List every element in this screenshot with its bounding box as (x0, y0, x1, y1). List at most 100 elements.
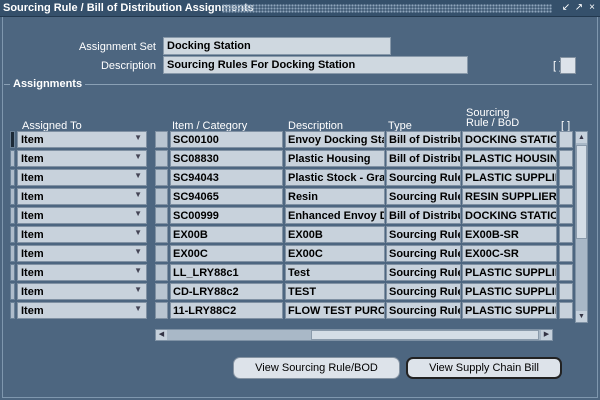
scroll-up-icon[interactable]: ▲ (576, 132, 587, 143)
view-supply-chain-bill-button[interactable]: View Supply Chain Bill (406, 357, 562, 379)
type-cell[interactable]: Sourcing Rule (386, 169, 461, 186)
vertical-scroll-thumb[interactable] (576, 145, 587, 239)
sourcing-rule-cell[interactable]: EX00B-SR (462, 226, 557, 243)
row-flexfield-cell[interactable] (559, 150, 573, 167)
chevron-down-icon[interactable]: ▼ (134, 266, 142, 275)
description-cell[interactable]: TEST (285, 283, 385, 300)
row-selector[interactable] (10, 207, 15, 224)
assigned-to-value: Item (21, 172, 44, 184)
sourcing-rule-cell[interactable]: PLASTIC SUPPLIER (462, 169, 557, 186)
item-category-cell[interactable]: SC00100 (170, 131, 283, 148)
type-cell[interactable]: Sourcing Rule (386, 245, 461, 262)
row-flexfield-cell[interactable] (559, 264, 573, 281)
description-cell[interactable]: Envoy Docking Station (285, 131, 385, 148)
type-cell[interactable]: Bill of Distribution (386, 131, 461, 148)
row-flexfield-cell[interactable] (559, 283, 573, 300)
chevron-down-icon[interactable]: ▼ (134, 285, 142, 294)
type-cell[interactable]: Sourcing Rule (386, 283, 461, 300)
scroll-down-icon[interactable]: ▼ (576, 311, 587, 322)
item-category-cell[interactable]: SC00999 (170, 207, 283, 224)
description-field[interactable]: Sourcing Rules For Docking Station (163, 56, 468, 74)
sourcing-rule-cell[interactable]: PLASTIC SUPPLIER (462, 302, 557, 319)
scroll-left-icon[interactable]: ◀ (156, 330, 167, 340)
row-flexfield-cell[interactable] (559, 207, 573, 224)
chevron-down-icon[interactable]: ▼ (134, 228, 142, 237)
scroll-right-icon[interactable]: ▶ (541, 330, 552, 340)
type-cell[interactable]: Sourcing Rule (386, 226, 461, 243)
item-category-cell[interactable]: EX00B (170, 226, 283, 243)
chevron-down-icon[interactable]: ▼ (134, 171, 142, 180)
descriptive-flexfield-button[interactable] (560, 57, 576, 74)
row-selector[interactable] (10, 226, 15, 243)
row-selector[interactable] (10, 188, 15, 205)
row-flexfield-cell[interactable] (559, 131, 573, 148)
item-category-cell[interactable]: LL_LRY88c1 (170, 264, 283, 281)
chevron-down-icon[interactable]: ▼ (134, 133, 142, 142)
chevron-down-icon[interactable]: ▼ (134, 190, 142, 199)
type-cell[interactable]: Sourcing Rule (386, 264, 461, 281)
description-cell[interactable]: FLOW TEST PURCHASE (285, 302, 385, 319)
description-cell[interactable]: Plastic Housing (285, 150, 385, 167)
sourcing-rule-cell[interactable]: PLASTIC SUPPLIER (462, 283, 557, 300)
row-flexfield-cell[interactable] (559, 169, 573, 186)
assigned-to-select[interactable]: Item ▼ (17, 264, 147, 281)
assigned-to-value: Item (21, 210, 44, 222)
assigned-to-select[interactable]: Item ▼ (17, 150, 147, 167)
row-selector[interactable] (10, 150, 15, 167)
chevron-down-icon[interactable]: ▼ (134, 209, 142, 218)
row-flexfield-cell[interactable] (559, 188, 573, 205)
minimize-icon[interactable]: ↙ (560, 2, 572, 14)
assigned-to-select[interactable]: Item ▼ (17, 207, 147, 224)
assigned-to-select[interactable]: Item ▼ (17, 283, 147, 300)
horizontal-scroll-thumb[interactable] (311, 330, 539, 340)
assigned-to-select[interactable]: Item ▼ (17, 188, 147, 205)
description-cell[interactable]: Plastic Stock - Gray (285, 169, 385, 186)
row-selector[interactable] (10, 302, 15, 319)
window-title-bar[interactable]: Sourcing Rule / Bill of Distribution Ass… (0, 0, 600, 17)
maximize-icon[interactable]: ↗ (573, 2, 585, 14)
type-cell[interactable]: Bill of Distribution (386, 150, 461, 167)
row-flexfield-cell[interactable] (559, 226, 573, 243)
type-cell[interactable]: Sourcing Rule (386, 302, 461, 319)
assigned-to-select[interactable]: Item ▼ (17, 245, 147, 262)
description-cell[interactable]: Test (285, 264, 385, 281)
chevron-down-icon[interactable]: ▼ (134, 247, 142, 256)
vertical-scrollbar[interactable]: ▲ ▼ (575, 131, 588, 323)
assigned-to-select[interactable]: Item ▼ (17, 302, 147, 319)
description-cell[interactable]: Resin (285, 188, 385, 205)
row-flexfield-cell[interactable] (559, 302, 573, 319)
sourcing-rule-cell[interactable]: RESIN SUPPLIERS (462, 188, 557, 205)
assigned-to-select[interactable]: Item ▼ (17, 169, 147, 186)
row-selector[interactable] (10, 264, 15, 281)
type-cell[interactable]: Bill of Distribution (386, 207, 461, 224)
type-cell[interactable]: Sourcing Rule (386, 188, 461, 205)
sourcing-rule-cell[interactable]: DOCKING STATION (462, 131, 557, 148)
item-category-cell[interactable]: EX00C (170, 245, 283, 262)
view-sourcing-rule-button[interactable]: View Sourcing Rule/BOD (233, 357, 400, 379)
sourcing-rule-cell[interactable]: PLASTIC HOUSING (462, 150, 557, 167)
sourcing-rule-cell[interactable]: PLASTIC SUPPLIER (462, 264, 557, 281)
close-icon[interactable]: × (586, 2, 598, 14)
item-category-cell[interactable]: CD-LRY88c2 (170, 283, 283, 300)
item-category-cell[interactable]: SC94065 (170, 188, 283, 205)
row-selector[interactable] (10, 169, 15, 186)
row-flexfield-cell[interactable] (559, 245, 573, 262)
chevron-down-icon[interactable]: ▼ (134, 152, 142, 161)
sourcing-rule-cell[interactable]: DOCKING STATION (462, 207, 557, 224)
row-selector[interactable] (10, 245, 15, 262)
assigned-to-select[interactable]: Item ▼ (17, 226, 147, 243)
assigned-to-select[interactable]: Item ▼ (17, 131, 147, 148)
description-cell[interactable]: EX00C (285, 245, 385, 262)
description-cell[interactable]: Enhanced Envoy Docking (285, 207, 385, 224)
sourcing-rule-cell[interactable]: EX00C-SR (462, 245, 557, 262)
horizontal-scrollbar[interactable]: ◀ ▶ (155, 329, 553, 341)
description-label: Description (100, 60, 156, 72)
row-selector[interactable] (10, 283, 15, 300)
chevron-down-icon[interactable]: ▼ (134, 304, 142, 313)
item-category-cell[interactable]: SC08830 (170, 150, 283, 167)
item-category-cell[interactable]: 11-LRY88C2 (170, 302, 283, 319)
row-selector[interactable] (10, 131, 15, 148)
item-category-cell[interactable]: SC94043 (170, 169, 283, 186)
assignment-set-field[interactable]: Docking Station (163, 37, 391, 55)
description-cell[interactable]: EX00B (285, 226, 385, 243)
